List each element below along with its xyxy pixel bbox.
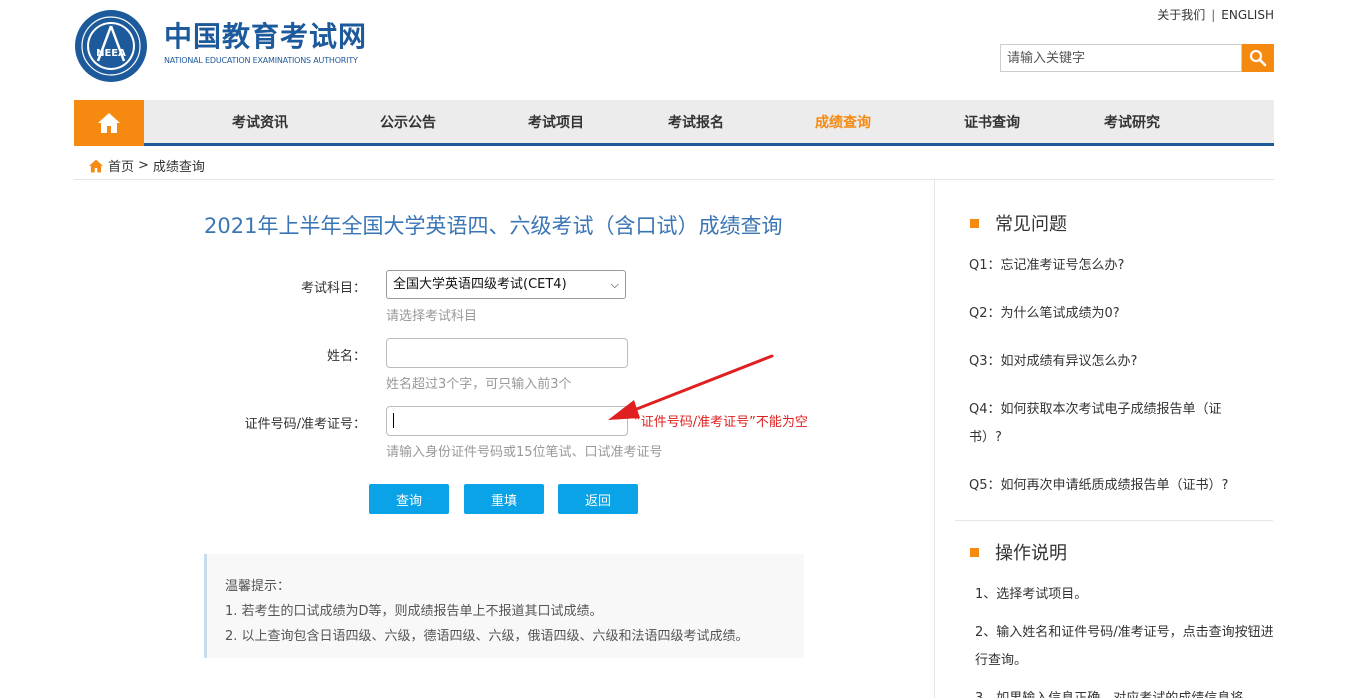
nav-item-registration[interactable]: 考试报名 — [668, 100, 724, 146]
faq-item-4[interactable]: Q4：如何获取本次考试电子成绩报告单（证书）? — [969, 396, 1254, 452]
sidebar-divider — [955, 520, 1273, 521]
help-step-2: 2、输入姓名和证件号码/准考证号，点击查询按钮进行查询。 — [975, 625, 1274, 668]
nav-item-certificate-query[interactable]: 证书查询 — [964, 100, 1020, 146]
faq-title: 常见问题 — [995, 214, 1067, 235]
id-hint: 请输入身份证件号码或15位笔试、口试准考证号 — [386, 445, 663, 460]
id-label: 证件号码/准考证号： — [244, 417, 366, 432]
breadcrumb-current[interactable]: 成绩查询 — [153, 156, 205, 175]
breadcrumb-separator: > — [138, 158, 149, 173]
orange-square-icon — [970, 218, 979, 228]
help-step-1: 1、选择考试项目。 — [975, 587, 1088, 602]
link-separator: | — [1211, 8, 1216, 22]
faq-item-3[interactable]: Q3：如对成绩有异议怎么办? — [969, 348, 1259, 376]
page-title: 2021年上半年全国大学英语四、六级考试（含口试）成绩查询 — [204, 214, 783, 238]
home-small-icon — [89, 159, 103, 172]
nav-item-exam-research[interactable]: 考试研究 — [1104, 100, 1160, 146]
tips-box: 温馨提示： 1. 若考生的口试成绩为D等，则成绩报告单上不报道其口试成绩。 2.… — [204, 554, 804, 658]
nav-item-announcements[interactable]: 公示公告 — [380, 100, 436, 146]
top-links: 关于我们 | ENGLISH — [1157, 6, 1274, 23]
tips-line-1: 1. 若考生的口试成绩为D等，则成绩报告单上不报道其口试成绩。 — [225, 604, 603, 619]
search-input[interactable] — [1000, 44, 1242, 72]
neea-logo-icon[interactable]: NEEA — [74, 9, 148, 83]
faq-item-1[interactable]: Q1：忘记准考证号怎么办? — [969, 252, 1259, 280]
search-button[interactable] — [1242, 44, 1274, 72]
subject-selected-value: 全国大学英语四级考试(CET4) — [393, 277, 567, 292]
logo-text: NEEA — [96, 48, 126, 59]
column-divider — [934, 180, 935, 698]
reset-button[interactable]: 重填 — [464, 484, 544, 514]
brand-name-cn[interactable]: 中国教育考试网 — [164, 20, 367, 54]
subject-hint: 请选择考试科目 — [386, 309, 478, 324]
faq-item-5[interactable]: Q5：如何再次申请纸质成绩报告单（证书）? — [969, 472, 1259, 500]
breadcrumb-home[interactable]: 首页 — [108, 156, 134, 175]
about-link[interactable]: 关于我们 — [1157, 6, 1205, 23]
text-cursor — [393, 413, 394, 428]
help-title: 操作说明 — [995, 543, 1067, 564]
nav-item-score-query[interactable]: 成绩查询 — [815, 100, 871, 146]
breadcrumb: 首页 > 成绩查询 — [88, 156, 205, 175]
help-step-3: 3、如果输入信息正确，对应考试的成绩信息将 — [975, 685, 1275, 698]
orange-square-icon — [970, 547, 979, 557]
back-button[interactable]: 返回 — [558, 484, 638, 514]
subject-label: 考试科目： — [300, 281, 366, 296]
query-button[interactable]: 查询 — [369, 484, 449, 514]
breadcrumb-divider — [74, 179, 1274, 180]
name-label: 姓名： — [326, 349, 366, 364]
faq-heading: 常见问题 — [970, 210, 1067, 236]
name-input[interactable] — [386, 338, 628, 368]
site-search — [1000, 44, 1274, 72]
id-number-input[interactable] — [386, 406, 628, 436]
faq-item-2[interactable]: Q2：为什么笔试成绩为0? — [969, 300, 1259, 328]
chevron-down-icon: ⌵ — [610, 278, 619, 291]
nav-item-exam-projects[interactable]: 考试项目 — [528, 100, 584, 146]
subject-select[interactable]: 全国大学英语四级考试(CET4) ⌵ — [386, 270, 626, 299]
english-link[interactable]: ENGLISH — [1221, 8, 1274, 22]
search-icon — [1249, 49, 1267, 67]
id-error-message: “证件号码/准考证号”不能为空 — [634, 415, 808, 430]
tips-line-2: 2. 以上查询包含日语四级、六级，德语四级、六级，俄语四级、六级和法语四级考试成… — [225, 629, 749, 644]
name-hint: 姓名超过3个字，可只输入前3个 — [386, 377, 572, 392]
nav-home-button[interactable] — [74, 100, 144, 146]
home-icon — [98, 113, 120, 133]
main-nav: 考试资讯 公示公告 考试项目 考试报名 成绩查询 证书查询 考试研究 — [74, 100, 1274, 146]
help-heading: 操作说明 — [970, 539, 1067, 565]
brand-name-en: NATIONAL EDUCATION EXAMINATIONS AUTHORIT… — [164, 56, 358, 65]
nav-item-exam-news[interactable]: 考试资讯 — [232, 100, 288, 146]
page: NEEA 中国教育考试网 NATIONAL EDUCATION EXAMINAT… — [0, 0, 1372, 698]
tips-title: 温馨提示： — [225, 579, 291, 594]
